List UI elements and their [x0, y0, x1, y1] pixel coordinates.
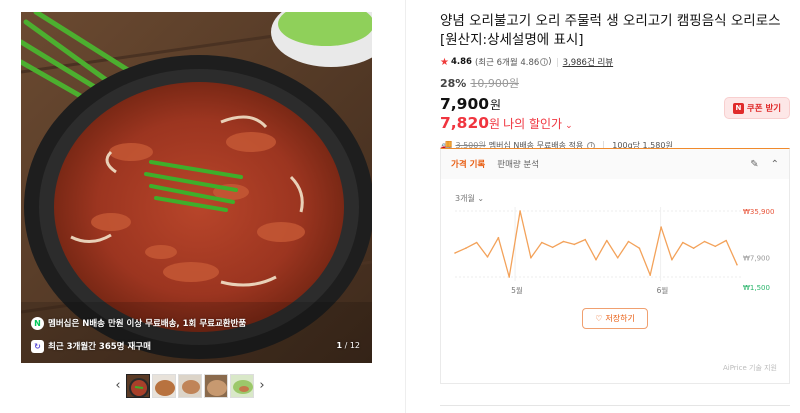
- bottom-divider: [440, 405, 790, 406]
- marker-label-min: ₩1,500: [743, 284, 770, 292]
- price-chart: ₩35,900 ₩7,900 ₩1,500 5월 6월: [454, 207, 774, 295]
- price-point: [714, 245, 717, 248]
- rating-score: 4.86: [450, 57, 472, 67]
- price-point: [725, 239, 727, 242]
- price-point: [497, 236, 500, 239]
- price-point: [475, 241, 478, 244]
- chevron-left-icon[interactable]: ‹: [112, 374, 124, 398]
- image-counter: 1 / 12: [336, 341, 360, 350]
- tech-credit: AiPrice 기술 지원: [722, 364, 777, 372]
- price-point: [508, 276, 510, 278]
- price-point: [606, 239, 608, 242]
- marker-label-max: ₩35,900: [743, 208, 774, 216]
- marker-label-current: ₩7,900: [743, 255, 770, 263]
- price-point: [616, 257, 619, 259]
- price-point: [530, 257, 532, 259]
- my-price-label: 나의 할인가: [503, 117, 563, 131]
- my-price-value: 7,820: [440, 114, 490, 132]
- price-point: [595, 258, 597, 261]
- product-info: 양념 오리불고기 오리 주물럭 생 오리고기 캠핑음식 오리로스 [원산지:상세…: [440, 12, 790, 151]
- price-point: [703, 240, 706, 243]
- price-series-line: [454, 210, 738, 278]
- price-point: [541, 241, 543, 244]
- price-point: [551, 246, 554, 249]
- thumbnail-strip: ‹ ›: [112, 372, 268, 399]
- recent-rating: (최근 6개월 4.86: [474, 58, 540, 68]
- product-title: 양념 오리불고기 오리 주물럭 생 오리고기 캠핑음식 오리로스 [원산지:상세…: [440, 13, 781, 48]
- naver-n-icon: N: [732, 102, 744, 114]
- discount-rate: 28%: [440, 77, 467, 90]
- price-point: [736, 263, 738, 266]
- thumbnail-4[interactable]: [204, 373, 228, 398]
- recent-rating-close: ): [548, 57, 552, 67]
- membership-icon: N: [31, 316, 44, 330]
- thumbnail-5[interactable]: [230, 373, 254, 398]
- price-point: [562, 240, 565, 243]
- repurchase-text: 최근 3개월간 365명 재구매: [48, 342, 151, 352]
- separator: [556, 57, 558, 67]
- sale-price: 7,900: [440, 95, 490, 113]
- price-point: [649, 274, 651, 276]
- price-point: [660, 226, 662, 228]
- price-point: [638, 247, 641, 249]
- column-divider: [405, 0, 406, 413]
- save-button[interactable]: ♡ 저장하기: [582, 308, 648, 329]
- price-point: [519, 210, 521, 212]
- price-point: [692, 247, 695, 249]
- shipping-benefit-text: 멤버십은 N배송 만원 이상 무료배송, 1회 무료교환반품: [48, 319, 247, 329]
- thumbnail-2[interactable]: [152, 373, 176, 398]
- price-point: [671, 258, 673, 261]
- thumbnail-3[interactable]: [178, 373, 202, 398]
- price-point: [486, 256, 489, 258]
- discount-row: 28% 10,900원: [440, 75, 790, 91]
- price-history-card: 가격 기록 판매량 분석 ✎ ⌃ 3개월 ⌄ ₩35,900 ₩7,900 ₩1,5…: [440, 148, 790, 384]
- thumbnail-1[interactable]: [126, 373, 150, 398]
- image-counter-current: 1: [336, 341, 343, 350]
- repurchase-icon: ↻: [31, 339, 44, 353]
- my-price-unit: 원: [489, 117, 501, 131]
- coupon-button[interactable]: N 쿠폰 받기: [724, 97, 790, 119]
- product-main-image[interactable]: N 멤버십은 N배송 만원 이상 무료배송, 1회 무료교환반품 ↻ 최근 3개…: [21, 12, 372, 363]
- heart-icon: ♡: [595, 314, 603, 323]
- chevron-right-icon[interactable]: ›: [256, 374, 268, 398]
- info-icon[interactable]: i: [540, 58, 549, 66]
- x-tick-label: 5월: [511, 285, 523, 295]
- price-point: [573, 243, 576, 246]
- price-point: [584, 238, 586, 241]
- review-count-link[interactable]: 3,986건 리뷰: [563, 56, 614, 68]
- sale-price-unit: 원: [490, 98, 502, 112]
- image-counter-total: / 12: [344, 341, 360, 350]
- rating-row: ★ 4.86 (최근 6개월 4.86 i ) 3,986건 리뷰: [440, 55, 790, 69]
- food-photo: [21, 12, 372, 363]
- price-point: [682, 241, 684, 244]
- coupon-label: 쿠폰 받기: [746, 104, 782, 114]
- price-point: [627, 240, 630, 243]
- chevron-down-icon: ⌄: [565, 121, 573, 131]
- x-tick-label: 6월: [657, 285, 669, 295]
- price-point: [454, 252, 456, 254]
- shipping-benefit-badge: N 멤버십은 N배송 만원 이상 무료배송, 1회 무료교환반품: [31, 314, 246, 332]
- repurchase-badge: ↻ 최근 3개월간 365명 재구매: [31, 337, 151, 355]
- original-price: 10,900원: [470, 77, 519, 90]
- price-point: [465, 247, 467, 249]
- star-icon: ★: [440, 56, 449, 68]
- save-label: 저장하기: [605, 314, 635, 323]
